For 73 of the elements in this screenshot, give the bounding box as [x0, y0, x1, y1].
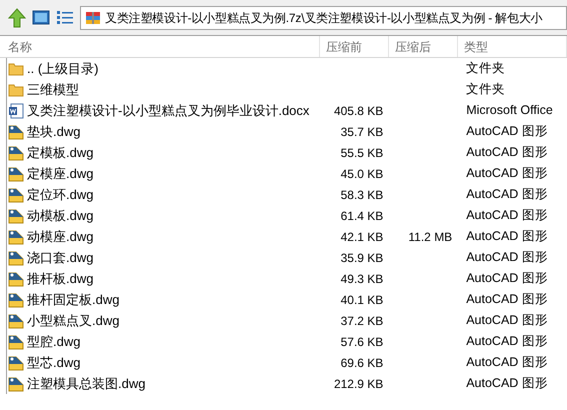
document-icon — [8, 102, 24, 118]
file-name[interactable]: 型芯.dwg — [27, 352, 80, 372]
folder-icon — [8, 82, 24, 98]
file-type: AutoCAD 图形 — [466, 250, 548, 264]
original-size: 45.0 KB — [340, 166, 384, 180]
original-size: 57.6 KB — [340, 334, 384, 348]
original-size: 40.1 KB — [340, 292, 384, 306]
file-type: AutoCAD 图形 — [466, 271, 548, 286]
drawing-file-icon — [8, 334, 24, 350]
original-size: 61.4 KB — [340, 208, 384, 222]
file-name[interactable]: 注塑模具总装图.dwg — [27, 374, 146, 394]
drawing-file-icon — [8, 186, 24, 202]
file-name[interactable]: .. (上级目录) — [27, 58, 98, 78]
file-name[interactable]: 型腔.dwg — [27, 332, 80, 352]
file-name[interactable]: 垫块.dwg — [27, 122, 80, 142]
drawing-file-icon — [8, 250, 24, 266]
folder-icon — [8, 60, 24, 76]
file-type: 文件夹 — [466, 82, 506, 96]
drawing-file-icon — [8, 228, 24, 244]
file-type: AutoCAD 图形 — [466, 208, 548, 222]
original-size: 35.7 KB — [340, 124, 384, 138]
file-name[interactable]: 定模座.dwg — [27, 164, 94, 184]
drawing-file-icon — [8, 292, 24, 308]
file-name[interactable]: 三维模型 — [27, 80, 79, 100]
drawing-file-icon — [8, 354, 24, 370]
archive-icon — [85, 10, 101, 26]
column-header[interactable]: 压缩前 — [320, 36, 389, 57]
drawing-file-icon — [8, 270, 24, 286]
packed-size: 11.2 MB — [408, 230, 452, 244]
file-type: AutoCAD 图形 — [466, 313, 548, 328]
original-size: 212.9 KB — [334, 376, 384, 390]
file-name[interactable]: 推杆固定板.dwg — [27, 290, 120, 310]
file-type: AutoCAD 图形 — [466, 355, 548, 370]
file-type: AutoCAD 图形 — [466, 145, 548, 160]
drawing-file-icon — [8, 166, 24, 182]
address-path: 叉类注塑模设计-以小型糕点叉为例.7z\叉类注塑模设计-以小型糕点叉为例 - 解包大小 — [105, 10, 542, 26]
original-size: 58.3 KB — [340, 188, 384, 202]
file-type: AutoCAD 图形 — [466, 292, 548, 306]
file-name[interactable]: 定位环.dwg — [27, 184, 94, 204]
drawing-file-icon — [8, 144, 24, 160]
address-field[interactable]: 叉类注塑模设计-以小型糕点叉为例.7z\叉类注塑模设计-以小型糕点叉为例 - 解包大小 — [80, 6, 567, 30]
original-size: 55.5 KB — [340, 146, 384, 160]
file-type: AutoCAD 图形 — [466, 229, 548, 244]
file-type: 文件夹 — [466, 61, 506, 76]
column-header[interactable]: 名称 — [0, 36, 320, 57]
original-size: 35.9 KB — [340, 250, 384, 264]
file-name[interactable]: 定模板.dwg — [27, 142, 94, 162]
original-size: 405.8 KB — [334, 104, 384, 118]
column-header[interactable]: 类型 — [458, 36, 567, 57]
file-name[interactable]: 浇口套.dwg — [27, 248, 94, 268]
drawing-file-icon — [8, 312, 24, 328]
file-type: AutoCAD 图形 — [466, 124, 548, 138]
file-type: Microsoft Office — [466, 103, 553, 118]
original-size: 42.1 KB — [340, 230, 384, 244]
drawing-file-icon — [8, 124, 24, 140]
original-size: 49.3 KB — [340, 272, 384, 286]
list-view-icon[interactable] — [56, 10, 74, 26]
file-type: AutoCAD 图形 — [466, 334, 548, 348]
column-header[interactable]: 压缩后 — [389, 36, 458, 57]
drawing-file-icon — [8, 376, 24, 392]
file-type: AutoCAD 图形 — [466, 376, 548, 390]
file-name[interactable]: 推杆板.dwg — [27, 268, 94, 288]
file-type: AutoCAD 图形 — [466, 166, 548, 180]
file-name[interactable]: 小型糕点叉.dwg — [27, 310, 120, 330]
original-size: 37.2 KB — [340, 314, 384, 328]
file-name[interactable]: 动模板.dwg — [27, 206, 94, 226]
file-name[interactable]: 叉类注塑模设计-以小型糕点叉为例毕业设计.docx — [27, 100, 310, 120]
file-name[interactable]: 动模座.dwg — [27, 226, 94, 246]
up-arrow-icon[interactable] — [8, 8, 26, 28]
monitor-icon[interactable] — [32, 8, 50, 26]
file-type: AutoCAD 图形 — [466, 187, 548, 202]
original-size: 69.6 KB — [340, 356, 384, 370]
drawing-file-icon — [8, 208, 24, 224]
